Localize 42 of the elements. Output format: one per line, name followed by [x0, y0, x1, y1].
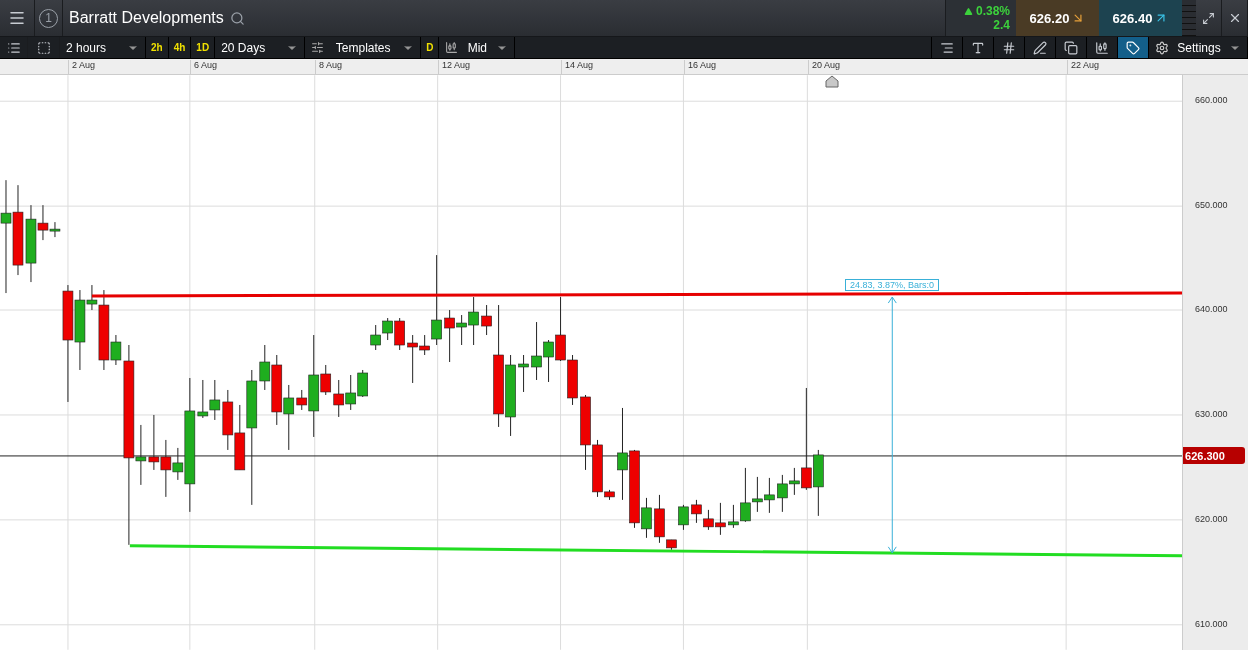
- settings-icon: [1155, 40, 1169, 55]
- price-label: 650.000: [1195, 200, 1228, 210]
- settings-dropdown[interactable]: Settings: [1148, 37, 1248, 59]
- sliders-icon: [311, 41, 325, 55]
- list-icon: [6, 40, 21, 55]
- price-label: 610.000: [1195, 619, 1228, 629]
- number-badge[interactable]: 1: [35, 0, 63, 36]
- tag-icon: [1126, 40, 1140, 55]
- instrument-name: Barratt Developments: [69, 9, 224, 27]
- pen-icon: [1033, 40, 1047, 55]
- change-value: 2.4: [993, 18, 1010, 32]
- grid-icon: [1002, 40, 1016, 55]
- price-label: 660.000: [1195, 95, 1228, 105]
- expand-icon: [1202, 11, 1215, 25]
- sell-price-button[interactable]: 626.20: [1016, 0, 1099, 36]
- copy-icon: [1064, 40, 1078, 55]
- current-price-label: 626.300: [1183, 447, 1246, 464]
- grip-handle[interactable]: [1182, 0, 1196, 36]
- date-label: 6 Aug: [190, 60, 218, 75]
- price-label: 620.000: [1195, 514, 1228, 524]
- dashed-square-icon: [36, 40, 51, 55]
- menu-icon: [8, 9, 26, 27]
- search-icon[interactable]: [229, 10, 245, 26]
- change-percent: 0.38%: [975, 4, 1010, 18]
- chart-tool-button[interactable]: [1117, 37, 1148, 59]
- date-label: 20 Aug: [808, 60, 841, 75]
- date-label: 2 Aug: [68, 60, 96, 75]
- candlestick-icon: [445, 41, 459, 55]
- price-label: 640.000: [1195, 304, 1228, 314]
- date-label: 22 Aug: [1067, 60, 1100, 75]
- buy-price-button[interactable]: 626.40: [1099, 0, 1182, 36]
- date-label: 8 Aug: [315, 60, 343, 75]
- date-label: 12 Aug: [438, 60, 471, 75]
- up-triangle-icon: [963, 6, 973, 16]
- date-label: 16 Aug: [684, 60, 717, 75]
- price-label: 630.000: [1195, 409, 1228, 419]
- measurement-label: 24.83, 3.87%, Bars:0: [845, 279, 940, 291]
- resistance-line[interactable]: [91, 291, 1183, 298]
- candlestick-icon: [1095, 40, 1109, 55]
- date-label: 14 Aug: [561, 60, 594, 75]
- text-size-icon: [971, 40, 985, 55]
- align-right-icon: [940, 40, 954, 55]
